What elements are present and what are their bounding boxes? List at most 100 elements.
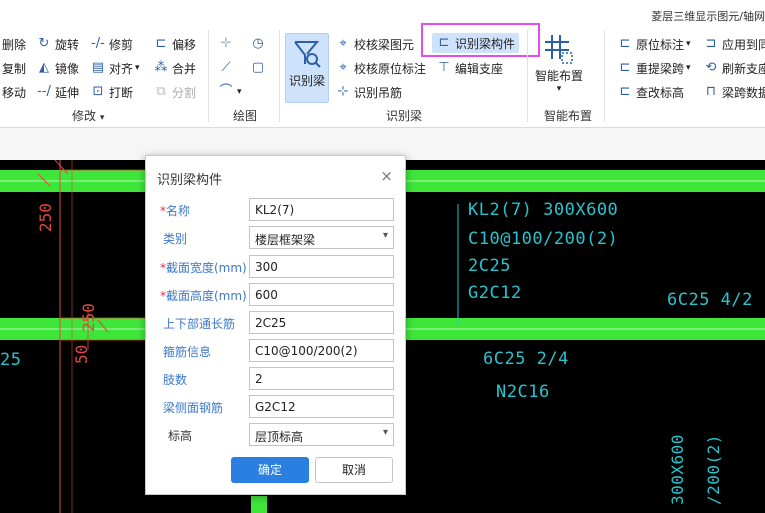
identify-beam-big-button[interactable]: 识别梁 [285,33,329,103]
elevation-icon: ⊏ [619,84,631,99]
field-row-width: *截面宽度(mm) 300 [146,255,407,279]
identify-hanging-bar-button[interactable]: ⊹ 识别吊筋 [335,82,402,102]
apply-to-label: 应用到同 [722,37,765,52]
break-label: 打断 [109,85,134,100]
align-dropdown-icon: ▾ [135,63,140,73]
beam-span-data-button[interactable]: ⊓ 梁跨数据 [703,82,765,102]
smart-layout-group-label: 智能布置 [544,109,593,123]
field-label: 箍筋信息 [163,345,212,359]
separator [279,30,280,122]
cad-label-25: 25 [0,350,22,370]
check-beam-label: 校核梁图元 [354,37,415,52]
elevation-select[interactable]: 层顶标高 [249,423,394,446]
circle-icon: ◷ [252,36,264,51]
apply-to-button[interactable]: ⊐ 应用到同 [703,34,765,54]
check-origin-annotation-button[interactable]: ⌖ 校核原位标注 [335,58,426,78]
copy-label: 复制 [2,61,27,76]
beam-span-data-label: 梁跨数据 [722,85,765,100]
edit-support-button[interactable]: ⊤ 编辑支座 [436,58,503,78]
re-extract-label: 重提梁跨 [636,61,685,76]
section-width-input[interactable]: 300 [249,255,394,278]
field-label: *名称 [160,204,191,218]
field-label: *截面高度(mm) [160,289,247,303]
dialog-title: 识别梁构件 [157,173,223,188]
delete-label: 删除 [2,37,27,52]
cancel-button[interactable]: 取消 [315,457,393,483]
field-label: 标高 [168,429,193,443]
split-icon: ⧉ [156,84,166,99]
chevron-down-icon: ▾ [556,84,562,94]
ok-button[interactable]: 确定 [231,457,309,483]
break-button[interactable]: ⊡ 打断 [90,82,133,102]
origin-annotation-button[interactable]: ⊏ 原位标注 ▾ [617,34,691,54]
circle-tool-button[interactable]: ◷ [250,34,269,54]
smart-layout-label: 智能布置 [534,69,583,83]
re-extract-span-button[interactable]: ⊏ 重提梁跨 ▾ [617,58,691,78]
extend-button[interactable]: --/ 延伸 [36,82,79,102]
check-beam-elements-button[interactable]: ⌖ 校核梁图元 [335,34,414,54]
identify-beam-component-button[interactable]: ⊏ 识别梁构件 [432,33,520,53]
name-input[interactable]: KL2(7) [249,198,394,221]
category-select[interactable]: 楼层框架梁 [249,226,394,249]
align-button[interactable]: ▤ 对齐 ▾ [90,58,140,78]
point-tool-button[interactable]: ✛ [218,34,237,54]
beam-component-icon: ⊏ [438,35,450,50]
align-icon: ▤ [91,60,105,75]
stirrup-input[interactable]: C10@100/200(2) [249,339,394,362]
arc-tool-button[interactable]: ⌒ ▾ [218,82,242,102]
legs-input[interactable]: 2 [249,367,394,390]
continuous-bar-input[interactable]: 2C25 [249,311,394,334]
separator [208,30,209,122]
field-row-name: *名称 KL2(7) [146,198,407,222]
span-icon: ⊏ [619,60,631,75]
hanging-bar-icon: ⊹ [337,84,349,99]
smart-layout-button[interactable]: 智能布置 ▾ [533,33,585,103]
offset-button[interactable]: ⊏ 偏移 [153,34,196,54]
side-bar-input[interactable]: G2C12 [249,395,394,418]
arc-dropdown-icon: ▾ [237,87,242,97]
section-height-input[interactable]: 600 [249,283,394,306]
cad-label-g2c12: G2C12 [468,283,522,303]
change-elevation-button[interactable]: ⊏ 查改标高 [617,82,684,102]
rotate-button[interactable]: ↻ 旋转 [36,34,79,54]
beam-search-icon [294,41,321,68]
rect-tool-button[interactable]: ▢ [250,58,269,78]
move-button[interactable]: 移动 [2,82,26,102]
edit-support-label: 编辑支座 [455,61,504,76]
trim-button[interactable]: -/- 修剪 [90,34,133,54]
rotate-label: 旋转 [55,37,80,52]
field-label: 上下部通长筋 [163,317,236,331]
beam-vertical [251,496,267,513]
merge-label: 合并 [172,61,197,76]
arc-icon: ⌒ [219,84,233,99]
refresh-icon: ⟲ [705,60,717,75]
refresh-support-label: 刷新支座 [722,61,765,76]
delete-button[interactable]: 删除 [2,34,26,54]
split-button[interactable]: ⧉ 分割 [153,82,196,102]
dimension-50: 50 [72,344,91,364]
support-icon: ⊤ [438,60,450,75]
break-icon: ⊡ [92,84,104,99]
close-icon[interactable]: × [380,167,393,185]
beam-component-label: 识别梁构件 [455,36,516,51]
field-label: 梁侧面钢筋 [163,401,224,415]
align-label: 对齐 [109,61,134,76]
refresh-support-button[interactable]: ⟲ 刷新支座 [703,58,765,78]
mirror-button[interactable]: ◭ 镜像 [36,58,79,78]
merge-button[interactable]: ⁂ 合并 [153,58,197,78]
rotate-icon: ↻ [38,36,50,51]
annotation-icon: ⊏ [619,36,631,51]
line-icon: ⟋ [221,60,231,75]
trim-label: 修剪 [109,37,134,52]
line-tool-button[interactable]: ⟋ [218,58,237,78]
hanging-bar-label: 识别吊筋 [354,85,403,100]
field-row-legs: 肢数 2 [146,367,407,391]
crosshair-icon: ✛ [220,36,232,51]
rectangle-icon: ▢ [251,60,265,75]
copy-button[interactable]: 复制 [2,58,26,78]
split-label: 分割 [172,85,197,100]
offset-label: 偏移 [172,37,197,52]
merge-icon: ⁂ [154,60,168,75]
mirror-label: 镜像 [55,61,80,76]
extend-icon: --/ [37,84,51,99]
